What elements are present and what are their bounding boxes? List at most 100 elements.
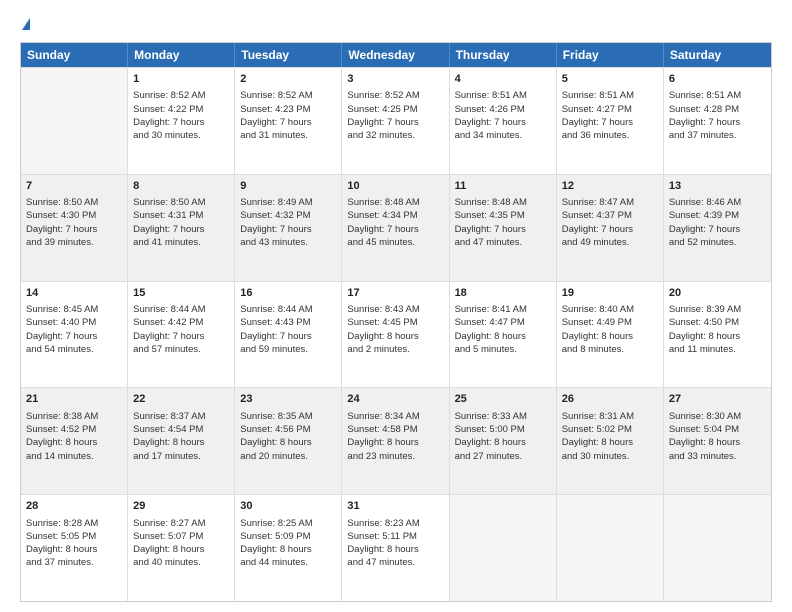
day-info-line: and 52 minutes. (669, 236, 766, 249)
day-info-line: Sunrise: 8:27 AM (133, 517, 229, 530)
day-info-line: Daylight: 7 hours (133, 223, 229, 236)
day-info-line: and 37 minutes. (669, 129, 766, 142)
day-info-line: Sunrise: 8:51 AM (669, 89, 766, 102)
day-info-line: Sunset: 5:04 PM (669, 423, 766, 436)
day-info-line: Daylight: 8 hours (347, 436, 443, 449)
day-info-line: and 30 minutes. (133, 129, 229, 142)
calendar-cell: 10Sunrise: 8:48 AMSunset: 4:34 PMDayligh… (342, 175, 449, 281)
day-info-line: Daylight: 7 hours (133, 116, 229, 129)
day-number: 17 (347, 286, 443, 301)
day-number: 22 (133, 392, 229, 407)
calendar-cell: 9Sunrise: 8:49 AMSunset: 4:32 PMDaylight… (235, 175, 342, 281)
day-info-line: Daylight: 8 hours (240, 543, 336, 556)
page: SundayMondayTuesdayWednesdayThursdayFrid… (0, 0, 792, 612)
day-info-line: Daylight: 8 hours (347, 543, 443, 556)
calendar-cell: 13Sunrise: 8:46 AMSunset: 4:39 PMDayligh… (664, 175, 771, 281)
day-info-line: and 11 minutes. (669, 343, 766, 356)
day-info-line: Sunrise: 8:40 AM (562, 303, 658, 316)
day-info-line: Daylight: 8 hours (240, 436, 336, 449)
day-info-line: Sunrise: 8:52 AM (133, 89, 229, 102)
day-info-line: Daylight: 8 hours (669, 436, 766, 449)
calendar-cell (664, 495, 771, 601)
day-number: 12 (562, 179, 658, 194)
day-info-line: Daylight: 7 hours (347, 116, 443, 129)
day-info-line: Daylight: 7 hours (240, 223, 336, 236)
calendar-cell: 22Sunrise: 8:37 AMSunset: 4:54 PMDayligh… (128, 388, 235, 494)
day-info-line: Sunset: 4:23 PM (240, 103, 336, 116)
calendar-cell: 16Sunrise: 8:44 AMSunset: 4:43 PMDayligh… (235, 282, 342, 388)
calendar-cell: 30Sunrise: 8:25 AMSunset: 5:09 PMDayligh… (235, 495, 342, 601)
day-info-line: Sunrise: 8:48 AM (347, 196, 443, 209)
day-info-line: Daylight: 7 hours (669, 223, 766, 236)
calendar-cell (450, 495, 557, 601)
day-info-line: and 31 minutes. (240, 129, 336, 142)
day-info-line: Daylight: 8 hours (455, 330, 551, 343)
day-info-line: Sunset: 4:39 PM (669, 209, 766, 222)
calendar-cell: 6Sunrise: 8:51 AMSunset: 4:28 PMDaylight… (664, 68, 771, 174)
day-info-line: Sunset: 4:43 PM (240, 316, 336, 329)
day-info-line: Sunset: 4:34 PM (347, 209, 443, 222)
day-info-line: and 36 minutes. (562, 129, 658, 142)
day-info-line: Sunset: 4:58 PM (347, 423, 443, 436)
calendar-cell: 11Sunrise: 8:48 AMSunset: 4:35 PMDayligh… (450, 175, 557, 281)
calendar-cell (21, 68, 128, 174)
day-info-line: Sunset: 4:27 PM (562, 103, 658, 116)
day-info-line: Sunset: 4:22 PM (133, 103, 229, 116)
calendar-week-row: 7Sunrise: 8:50 AMSunset: 4:30 PMDaylight… (21, 174, 771, 281)
day-info-line: Sunrise: 8:52 AM (240, 89, 336, 102)
day-info-line: Daylight: 7 hours (26, 330, 122, 343)
day-info-line: Daylight: 8 hours (455, 436, 551, 449)
day-info-line: Daylight: 7 hours (347, 223, 443, 236)
day-info-line: Sunrise: 8:23 AM (347, 517, 443, 530)
day-info-line: Sunrise: 8:50 AM (26, 196, 122, 209)
day-info-line: and 27 minutes. (455, 450, 551, 463)
day-info-line: Sunrise: 8:44 AM (133, 303, 229, 316)
day-info-line: Sunrise: 8:43 AM (347, 303, 443, 316)
day-info-line: Sunset: 5:00 PM (455, 423, 551, 436)
header (20, 18, 772, 32)
calendar-cell: 19Sunrise: 8:40 AMSunset: 4:49 PMDayligh… (557, 282, 664, 388)
day-info-line: Sunset: 4:56 PM (240, 423, 336, 436)
day-info-line: Daylight: 7 hours (455, 223, 551, 236)
day-info-line: and 2 minutes. (347, 343, 443, 356)
day-info-line: Sunrise: 8:38 AM (26, 410, 122, 423)
cal-header-day: Monday (128, 43, 235, 67)
day-info-line: and 40 minutes. (133, 556, 229, 569)
day-number: 25 (455, 392, 551, 407)
day-info-line: Sunset: 4:40 PM (26, 316, 122, 329)
day-number: 27 (669, 392, 766, 407)
day-info-line: and 33 minutes. (669, 450, 766, 463)
day-info-line: Sunrise: 8:48 AM (455, 196, 551, 209)
day-number: 8 (133, 179, 229, 194)
day-info-line: and 8 minutes. (562, 343, 658, 356)
day-info-line: Sunrise: 8:50 AM (133, 196, 229, 209)
day-info-line: and 34 minutes. (455, 129, 551, 142)
day-info-line: Daylight: 8 hours (347, 330, 443, 343)
day-info-line: Sunset: 4:31 PM (133, 209, 229, 222)
day-info-line: Sunrise: 8:35 AM (240, 410, 336, 423)
day-info-line: and 47 minutes. (347, 556, 443, 569)
day-info-line: and 59 minutes. (240, 343, 336, 356)
day-info-line: Sunset: 4:50 PM (669, 316, 766, 329)
day-number: 29 (133, 499, 229, 514)
day-info-line: Sunrise: 8:47 AM (562, 196, 658, 209)
day-info-line: Sunrise: 8:25 AM (240, 517, 336, 530)
calendar-cell: 20Sunrise: 8:39 AMSunset: 4:50 PMDayligh… (664, 282, 771, 388)
calendar-cell: 27Sunrise: 8:30 AMSunset: 5:04 PMDayligh… (664, 388, 771, 494)
day-info-line: Sunrise: 8:28 AM (26, 517, 122, 530)
day-info-line: Daylight: 7 hours (455, 116, 551, 129)
day-info-line: Sunset: 4:52 PM (26, 423, 122, 436)
day-number: 16 (240, 286, 336, 301)
day-info-line: Sunrise: 8:51 AM (562, 89, 658, 102)
day-number: 30 (240, 499, 336, 514)
day-info-line: and 39 minutes. (26, 236, 122, 249)
day-info-line: and 23 minutes. (347, 450, 443, 463)
cal-header-day: Friday (557, 43, 664, 67)
day-info-line: Sunrise: 8:41 AM (455, 303, 551, 316)
day-info-line: Sunset: 4:28 PM (669, 103, 766, 116)
day-info-line: Sunrise: 8:34 AM (347, 410, 443, 423)
cal-header-day: Saturday (664, 43, 771, 67)
day-info-line: Daylight: 8 hours (562, 436, 658, 449)
day-info-line: Sunrise: 8:46 AM (669, 196, 766, 209)
day-number: 11 (455, 179, 551, 194)
